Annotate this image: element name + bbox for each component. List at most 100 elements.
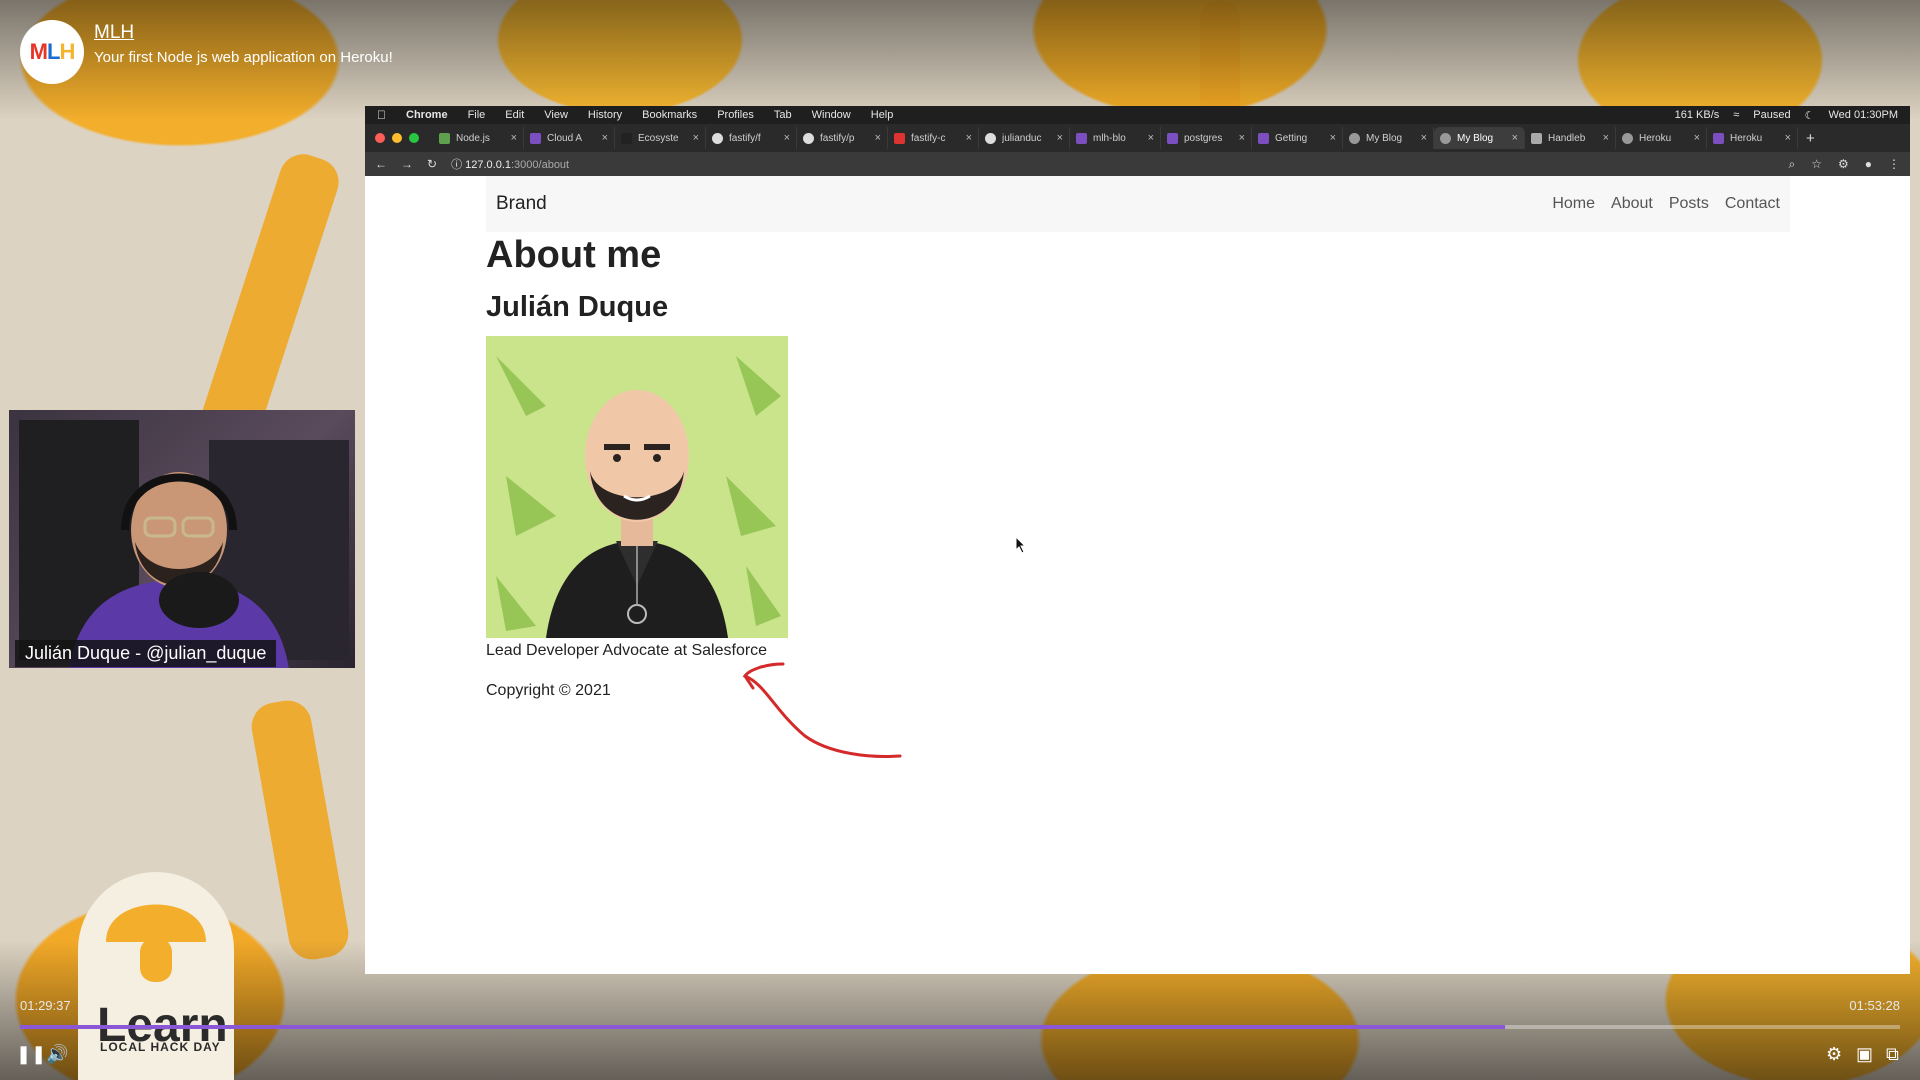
browser-tab[interactable]: My Blog × (1343, 127, 1434, 149)
apple-icon[interactable]:  (377, 108, 386, 122)
screen-share:  Chrome File Edit View History Bookmark… (365, 106, 1910, 974)
browser-tab[interactable]: Heroku × (1616, 127, 1707, 149)
minimize-window-button[interactable] (392, 133, 402, 143)
close-tab-icon[interactable]: × (1694, 132, 1700, 144)
heroku-icon (1076, 132, 1087, 144)
zoom-window-button[interactable] (409, 133, 419, 143)
close-tab-icon[interactable]: × (693, 132, 699, 144)
nav-about[interactable]: About (1611, 195, 1653, 213)
author-caption: Lead Developer Advocate at Salesforce (486, 642, 768, 659)
close-tab-icon[interactable]: × (602, 132, 608, 144)
close-tab-icon[interactable]: × (875, 132, 881, 144)
author-name: Julián Duque (486, 291, 669, 323)
menu-chrome[interactable]: Chrome (406, 109, 448, 121)
theater-mode-icon[interactable]: ▣ (1856, 1044, 1873, 1065)
heroku-icon (1167, 132, 1178, 144)
close-tab-icon[interactable]: × (511, 132, 517, 144)
mac-menubar:  Chrome File Edit View History Bookmark… (365, 106, 1910, 124)
info-icon[interactable]: ⓘ (451, 159, 462, 171)
tab-favicon (439, 132, 450, 144)
settings-gear-icon[interactable]: ⚙ (1826, 1044, 1842, 1065)
menu-kebab-icon[interactable]: ⋮ (1888, 157, 1900, 172)
close-tab-icon[interactable]: × (784, 132, 790, 144)
browser-tab[interactable]: Getting × (1252, 127, 1343, 149)
seek-bar[interactable] (20, 1025, 1900, 1029)
address-bar: ← → ↻ ⓘ 127.0.0.1:3000/about ⌕ ☆ ⚙ ● ⋮ (365, 152, 1910, 176)
url-input[interactable]: ⓘ 127.0.0.1:3000/about (451, 156, 1774, 172)
menu-edit[interactable]: Edit (505, 109, 524, 121)
webcam-feed (9, 410, 355, 668)
nav-home[interactable]: Home (1552, 195, 1595, 213)
url-path: :3000/about (511, 159, 570, 171)
close-tab-icon[interactable]: × (1785, 132, 1791, 144)
wifi-icon[interactable]: ≈ (1733, 109, 1739, 121)
forward-icon[interactable]: → (401, 157, 413, 171)
menu-profiles[interactable]: Profiles (717, 109, 754, 121)
volume-icon[interactable]: 🔊 (46, 1044, 68, 1065)
reload-icon[interactable]: ↻ (427, 157, 437, 171)
current-time: 01:29:37 (20, 998, 71, 1013)
profile-icon[interactable]: ● (1865, 157, 1872, 172)
browser-tab[interactable]: Node.js × (433, 127, 524, 149)
browser-tab[interactable]: fastify/p × (797, 127, 888, 149)
menu-window[interactable]: Window (812, 109, 851, 121)
channel-avatar[interactable]: MLH (20, 20, 84, 84)
bookmark-star-icon[interactable]: ☆ (1811, 157, 1822, 172)
menu-bookmarks[interactable]: Bookmarks (642, 109, 697, 121)
close-tab-icon[interactable]: × (966, 132, 972, 144)
close-window-button[interactable] (375, 133, 385, 143)
video-title: Your first Node js web application on He… (94, 49, 393, 66)
heroku-icon (1258, 132, 1269, 144)
new-tab-button[interactable]: + (1806, 130, 1815, 147)
menu-file[interactable]: File (468, 109, 486, 121)
tab-favicon (894, 132, 905, 144)
menu-history[interactable]: History (588, 109, 622, 121)
menu-view[interactable]: View (544, 109, 568, 121)
browser-tab[interactable]: postgres × (1161, 127, 1252, 149)
network-speed[interactable]: 161 KB/s (1675, 109, 1720, 121)
navbar-brand[interactable]: Brand (496, 193, 547, 215)
browser-tab[interactable]: fastify-c × (888, 127, 979, 149)
close-tab-icon[interactable]: × (1057, 132, 1063, 144)
nav-posts[interactable]: Posts (1669, 195, 1709, 213)
close-tab-icon[interactable]: × (1421, 132, 1427, 144)
github-icon (712, 132, 723, 144)
page-title: About me (486, 234, 662, 276)
close-tab-icon[interactable]: × (1148, 132, 1154, 144)
back-icon[interactable]: ← (375, 157, 387, 171)
heroku-icon (1713, 132, 1724, 144)
zoom-icon[interactable]: ⌕ (1788, 157, 1795, 172)
menu-help[interactable]: Help (871, 109, 894, 121)
menubar-clock[interactable]: Wed 01:30PM (1828, 109, 1898, 121)
globe-icon (1440, 132, 1451, 144)
extensions-icon[interactable]: ⚙ (1838, 157, 1849, 172)
browser-tab[interactable]: Cloud A × (524, 127, 615, 149)
browser-tab[interactable]: Heroku × (1707, 127, 1798, 149)
browser-tab[interactable]: Ecosyste × (615, 127, 706, 149)
close-tab-icon[interactable]: × (1330, 132, 1336, 144)
tab-favicon (621, 132, 632, 144)
browser-tab[interactable]: julianduc × (979, 127, 1070, 149)
browser-tab-active[interactable]: My Blog × (1434, 127, 1525, 149)
moon-icon[interactable]: ☾ (1805, 109, 1815, 122)
duration: 01:53:28 (1849, 998, 1900, 1013)
browser-tab[interactable]: Handleb × (1525, 127, 1616, 149)
seek-bar-played (20, 1025, 1506, 1029)
paused-status[interactable]: Paused (1753, 109, 1790, 121)
close-tab-icon[interactable]: × (1603, 132, 1609, 144)
learn-subtitle: LOCAL HACK DAY (100, 1040, 221, 1054)
nav-contact[interactable]: Contact (1725, 195, 1780, 213)
close-tab-icon[interactable]: × (1239, 132, 1245, 144)
web-page: Brand Home About Posts Contact About me … (365, 176, 1910, 974)
exit-fullscreen-icon[interactable]: ⧉ (1886, 1044, 1899, 1065)
close-tab-icon[interactable]: × (1512, 132, 1518, 144)
menu-tab[interactable]: Tab (774, 109, 792, 121)
annotation-arrow (742, 662, 902, 758)
github-icon (803, 132, 814, 144)
window-controls (375, 133, 419, 143)
browser-tab[interactable]: mlh-blo × (1070, 127, 1161, 149)
channel-name[interactable]: MLH (94, 22, 134, 44)
mushroom-icon (106, 904, 206, 982)
pause-icon[interactable]: ❚❚ (16, 1044, 46, 1065)
browser-tab[interactable]: fastify/f × (706, 127, 797, 149)
